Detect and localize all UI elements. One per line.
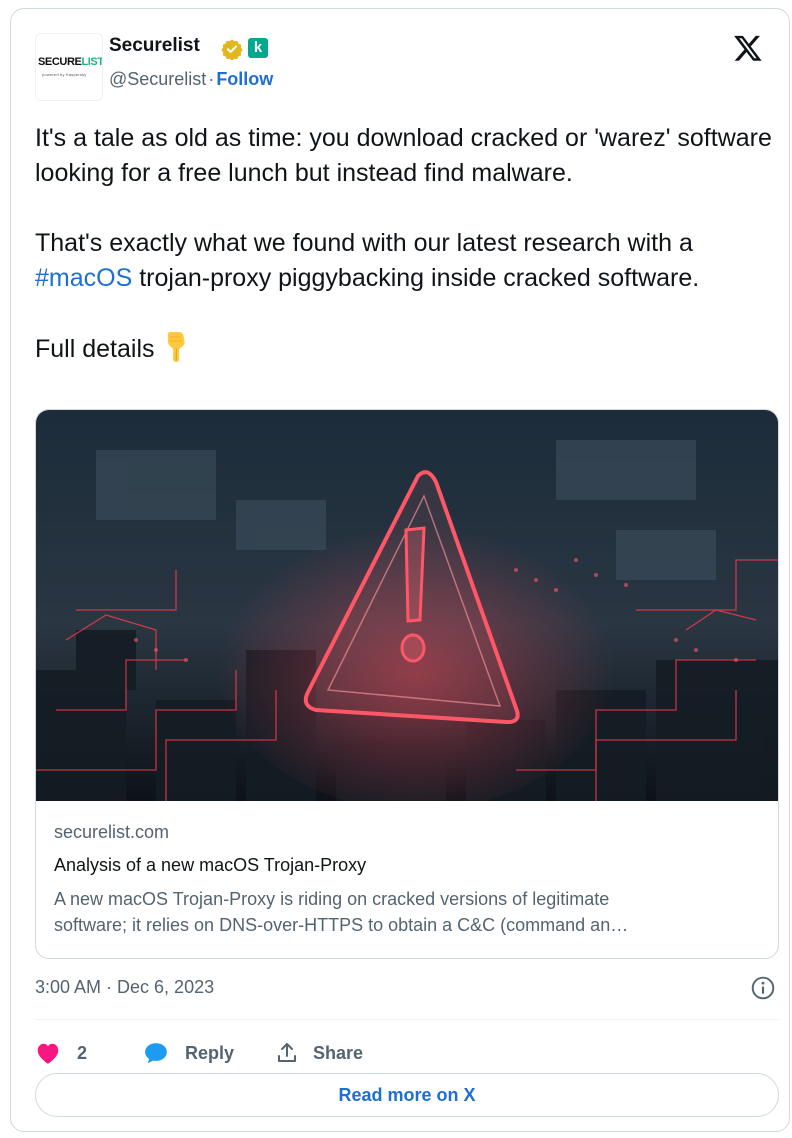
- avatar-logo-subtext: powered by Kaspersky: [42, 72, 87, 77]
- heart-icon: [37, 1043, 59, 1064]
- kaspersky-badge-icon: k: [248, 38, 268, 58]
- avatar[interactable]: SECURELIST powered by Kaspersky: [35, 33, 103, 101]
- tweet-text: It's a tale as old as time: you download…: [35, 121, 775, 367]
- link-description-line-2: software; it relies on DNS-over-HTTPS to…: [54, 915, 629, 935]
- like-count: 2: [77, 1042, 88, 1063]
- share-upload-icon: [278, 1043, 296, 1062]
- info-icon[interactable]: [750, 975, 776, 1001]
- pointing-down-emoji-icon: [167, 332, 185, 362]
- reply-bubble-icon: [145, 1043, 167, 1064]
- author-handle[interactable]: @Securelist: [109, 69, 206, 89]
- link-description: A new macOS Trojan-Proxy is riding on cr…: [54, 886, 760, 938]
- follow-link[interactable]: Follow: [216, 69, 273, 89]
- verified-badge-icon: [221, 39, 243, 60]
- like-button[interactable]: 2: [35, 1033, 87, 1073]
- x-logo-icon[interactable]: [733, 33, 763, 63]
- tweet-embed-card: SECURELIST powered by Kaspersky Secureli…: [10, 8, 790, 1132]
- read-more-on-x-button[interactable]: Read more on X: [35, 1073, 779, 1117]
- share-button[interactable]: Share: [275, 1033, 363, 1073]
- divider: [35, 1019, 779, 1020]
- link-title: Analysis of a new macOS Trojan-Proxy: [54, 855, 367, 875]
- reply-button[interactable]: Reply: [143, 1033, 234, 1073]
- author-name[interactable]: Securelist: [109, 35, 200, 57]
- avatar-logo-text: SECURELIST: [38, 56, 103, 68]
- share-label: Share: [313, 1042, 364, 1063]
- tweet-paragraph-1: It's a tale as old as time: you download…: [35, 124, 772, 187]
- author-handle-row: @Securelist · Follow: [109, 69, 273, 90]
- link-description-line-1: A new macOS Trojan-Proxy is riding on cr…: [54, 889, 610, 909]
- reply-label: Reply: [185, 1042, 235, 1063]
- link-domain: securelist.com: [54, 822, 170, 842]
- link-preview-card[interactable]: securelist.com Analysis of a new macOS T…: [35, 409, 779, 959]
- article-hero-image: [36, 410, 778, 801]
- hashtag-link[interactable]: #macOS: [35, 264, 132, 292]
- handle-separator: ·: [208, 69, 215, 89]
- tweet-timestamp[interactable]: 3:00 AM · Dec 6, 2023: [35, 977, 214, 998]
- tweet-paragraph-2: That's exactly what we found with our la…: [35, 229, 700, 292]
- tweet-paragraph-3: Full details: [35, 331, 775, 367]
